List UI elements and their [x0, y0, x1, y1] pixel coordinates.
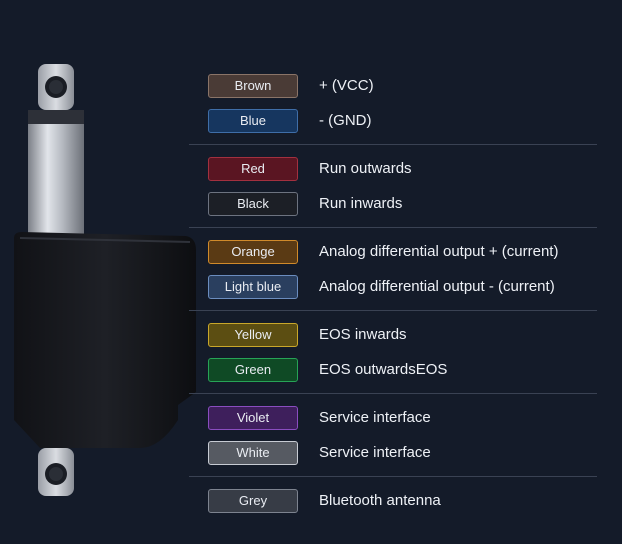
wire-function-label: Run inwards [319, 195, 403, 212]
wire-row: White Service interface [189, 435, 597, 470]
wire-function-label: + (VCC) [319, 77, 374, 94]
wire-row: Black Run inwards [189, 186, 597, 221]
actuator-image [14, 64, 196, 496]
wire-row: Orange Analog differential output + (curr… [189, 234, 597, 269]
wire-row: Blue - (GND) [189, 103, 597, 138]
group-divider [189, 387, 597, 400]
group-divider [189, 304, 597, 317]
wire-color-badge: Violet [208, 405, 298, 430]
wire-color-badge: Green [208, 357, 298, 382]
wire-color-badge: Light blue [208, 274, 298, 299]
wire-row: Green EOS outwardsEOS [189, 352, 597, 387]
wire-row: Yellow EOS inwards [189, 317, 597, 352]
wire-row: Grey Bluetooth antenna [189, 483, 597, 518]
group-divider [189, 470, 597, 483]
wire-function-label: Service interface [319, 444, 431, 461]
wire-color-badge: Blue [208, 108, 298, 133]
wire-row: Brown + (VCC) [189, 68, 597, 103]
wire-function-label: Run outwards [319, 160, 412, 177]
wire-row: Red Run outwards [189, 151, 597, 186]
wire-function-label: EOS inwards [319, 326, 407, 343]
wire-color-badge: Red [208, 156, 298, 181]
wire-function-label: Analog differential output + (current) [319, 243, 559, 260]
wire-row: Light blue Analog differential output - (… [189, 269, 597, 304]
wire-function-label: Service interface [319, 409, 431, 426]
group-divider [189, 138, 597, 151]
wire-function-label: Analog differential output - (current) [319, 278, 555, 295]
actuator-body [14, 232, 196, 448]
wire-function-label: - (GND) [319, 112, 372, 129]
group-divider [189, 221, 597, 234]
wire-row: Violet Service interface [189, 400, 597, 435]
wire-color-badge: White [208, 440, 298, 465]
piston-rod [28, 110, 84, 235]
wire-function-label: Bluetooth antenna [319, 492, 441, 509]
wire-color-badge: Black [208, 191, 298, 216]
wire-legend: Brown + (VCC) Blue - (GND) Red Run outwards Bl… [189, 68, 597, 518]
wire-color-badge: Yellow [208, 322, 298, 347]
wire-color-badge: Brown [208, 73, 298, 98]
wire-color-badge: Orange [208, 239, 298, 264]
wire-color-badge: Grey [208, 488, 298, 513]
wire-function-label: EOS outwardsEOS [319, 361, 448, 378]
